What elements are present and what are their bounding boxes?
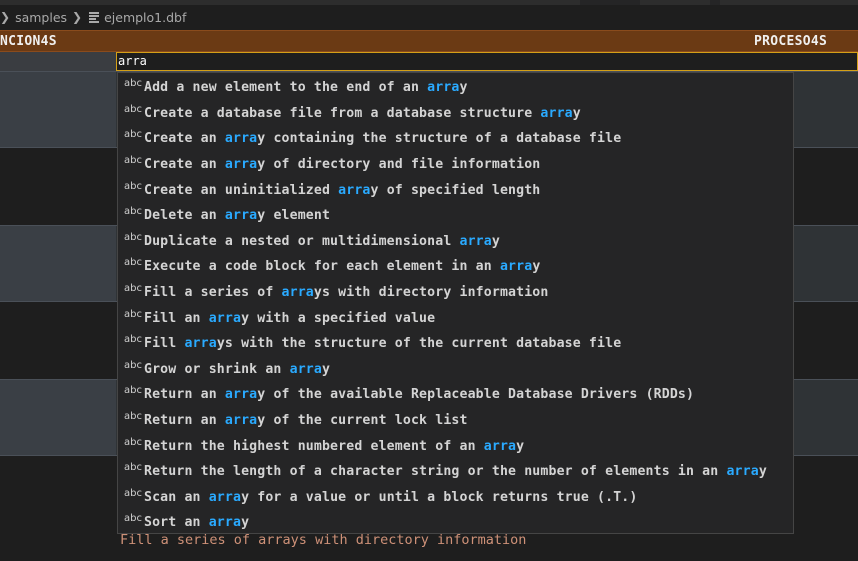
- suggest-item-label: Return an array of the current lock list: [144, 413, 468, 429]
- cell-edit-input[interactable]: arra: [116, 52, 858, 71]
- suggest-item[interactable]: abc Delete an array element: [118, 203, 793, 229]
- text-kind-icon: abc: [124, 231, 142, 243]
- suggest-widget[interactable]: abc Add a new element to the end of an ar…: [117, 72, 794, 534]
- file-lines-icon: [89, 12, 100, 23]
- suggestion-detail: Fill a series of arrays with directory i…: [120, 532, 527, 548]
- suggest-item[interactable]: abc Grow or shrink an array: [118, 357, 793, 383]
- suggest-item-label: Execute a code block for each element in…: [144, 259, 541, 275]
- suggest-item-label: Scan an array for a value or until a blo…: [144, 489, 638, 505]
- suggest-item[interactable]: abc Create a database file from a databas…: [118, 101, 793, 127]
- chevron-right-icon: ❯: [72, 10, 83, 24]
- table-row-editing: arra: [0, 52, 858, 71]
- suggest-item[interactable]: abc Return an array of the current lock l…: [118, 408, 793, 434]
- suggest-item-label: Add a new element to the end of an array: [144, 80, 468, 96]
- text-kind-icon: abc: [124, 487, 142, 499]
- text-kind-icon: abc: [124, 513, 142, 525]
- suggest-item[interactable]: abc Fill arrays with the structure of the…: [118, 331, 793, 357]
- suggest-item[interactable]: abc Duplicate a nested or multidimensiona…: [118, 229, 793, 255]
- suggest-item[interactable]: abc Fill a series of arrays with director…: [118, 280, 793, 306]
- text-kind-icon: abc: [124, 462, 142, 474]
- column-header-proceso4s[interactable]: PROCESO4S: [754, 34, 827, 49]
- text-kind-icon: abc: [124, 436, 142, 448]
- suggest-item-label: Return the length of a character string …: [144, 464, 767, 480]
- text-kind-icon: abc: [124, 385, 142, 397]
- text-kind-icon: abc: [124, 257, 142, 269]
- suggest-item[interactable]: abc Return the length of a character stri…: [118, 459, 793, 485]
- text-kind-icon: abc: [124, 206, 142, 218]
- tab-background: [0, 0, 580, 5]
- tab-background: [720, 0, 858, 5]
- breadcrumb-folder[interactable]: samples: [15, 10, 67, 25]
- suggest-item[interactable]: abc Add a new element to the end of an ar…: [118, 75, 793, 101]
- text-kind-icon: abc: [124, 411, 142, 423]
- suggest-item-label: Fill arrays with the structure of the cu…: [144, 336, 622, 352]
- column-header-left[interactable]: NCION4S: [0, 34, 57, 49]
- chevron-right-icon: ❯: [0, 10, 11, 24]
- table-cell[interactable]: [0, 52, 116, 71]
- suggest-item-label: Create a database file from a database s…: [144, 105, 581, 121]
- suggest-item[interactable]: abc Create an uninitialized array of spec…: [118, 177, 793, 203]
- suggest-item-label: Return an array of the available Replace…: [144, 387, 695, 403]
- suggest-item-label: Grow or shrink an array: [144, 361, 331, 377]
- suggest-item[interactable]: abc Return an array of the available Repl…: [118, 382, 793, 408]
- text-kind-icon: abc: [124, 283, 142, 295]
- breadcrumb: ❯ samples ❯ ejemplo1.dbf: [0, 6, 858, 28]
- suggest-item-label: Delete an array element: [144, 208, 331, 224]
- suggest-item-label: Fill a series of arrays with directory i…: [144, 285, 549, 301]
- text-kind-icon: abc: [124, 78, 142, 90]
- suggest-item-label: Duplicate a nested or multidimensional a…: [144, 233, 500, 249]
- text-kind-icon: abc: [124, 359, 142, 371]
- tab-background: [640, 0, 710, 5]
- text-kind-icon: abc: [124, 308, 142, 320]
- suggest-item-label: Fill an array with a specified value: [144, 310, 436, 326]
- text-kind-icon: abc: [124, 129, 142, 141]
- table-header: NCION4S PROCESO4S: [0, 30, 858, 52]
- suggest-item[interactable]: abc Return the highest numbered element o…: [118, 433, 793, 459]
- suggest-item-label: Return the highest numbered element of a…: [144, 438, 525, 454]
- breadcrumb-file[interactable]: ejemplo1.dbf: [104, 10, 186, 25]
- suggest-item-label: Create an uninitialized array of specifi…: [144, 182, 541, 198]
- suggest-item[interactable]: abc Create an array of directory and file…: [118, 152, 793, 178]
- suggest-item[interactable]: abc Create an array containing the struct…: [118, 126, 793, 152]
- suggest-item[interactable]: abc Scan an array for a value or until a …: [118, 485, 793, 511]
- suggest-item[interactable]: abc Execute a code block for each element…: [118, 254, 793, 280]
- text-kind-icon: abc: [124, 180, 142, 192]
- suggest-item-label: Create an array of directory and file in…: [144, 157, 541, 173]
- suggest-item-label: Sort an array: [144, 515, 250, 531]
- text-kind-icon: abc: [124, 155, 142, 167]
- text-kind-icon: abc: [124, 334, 142, 346]
- suggest-item-label: Create an array containing the structure…: [144, 131, 622, 147]
- tab-strip: [0, 0, 858, 5]
- suggest-item[interactable]: abc Fill an array with a specified value: [118, 305, 793, 331]
- text-kind-icon: abc: [124, 103, 142, 115]
